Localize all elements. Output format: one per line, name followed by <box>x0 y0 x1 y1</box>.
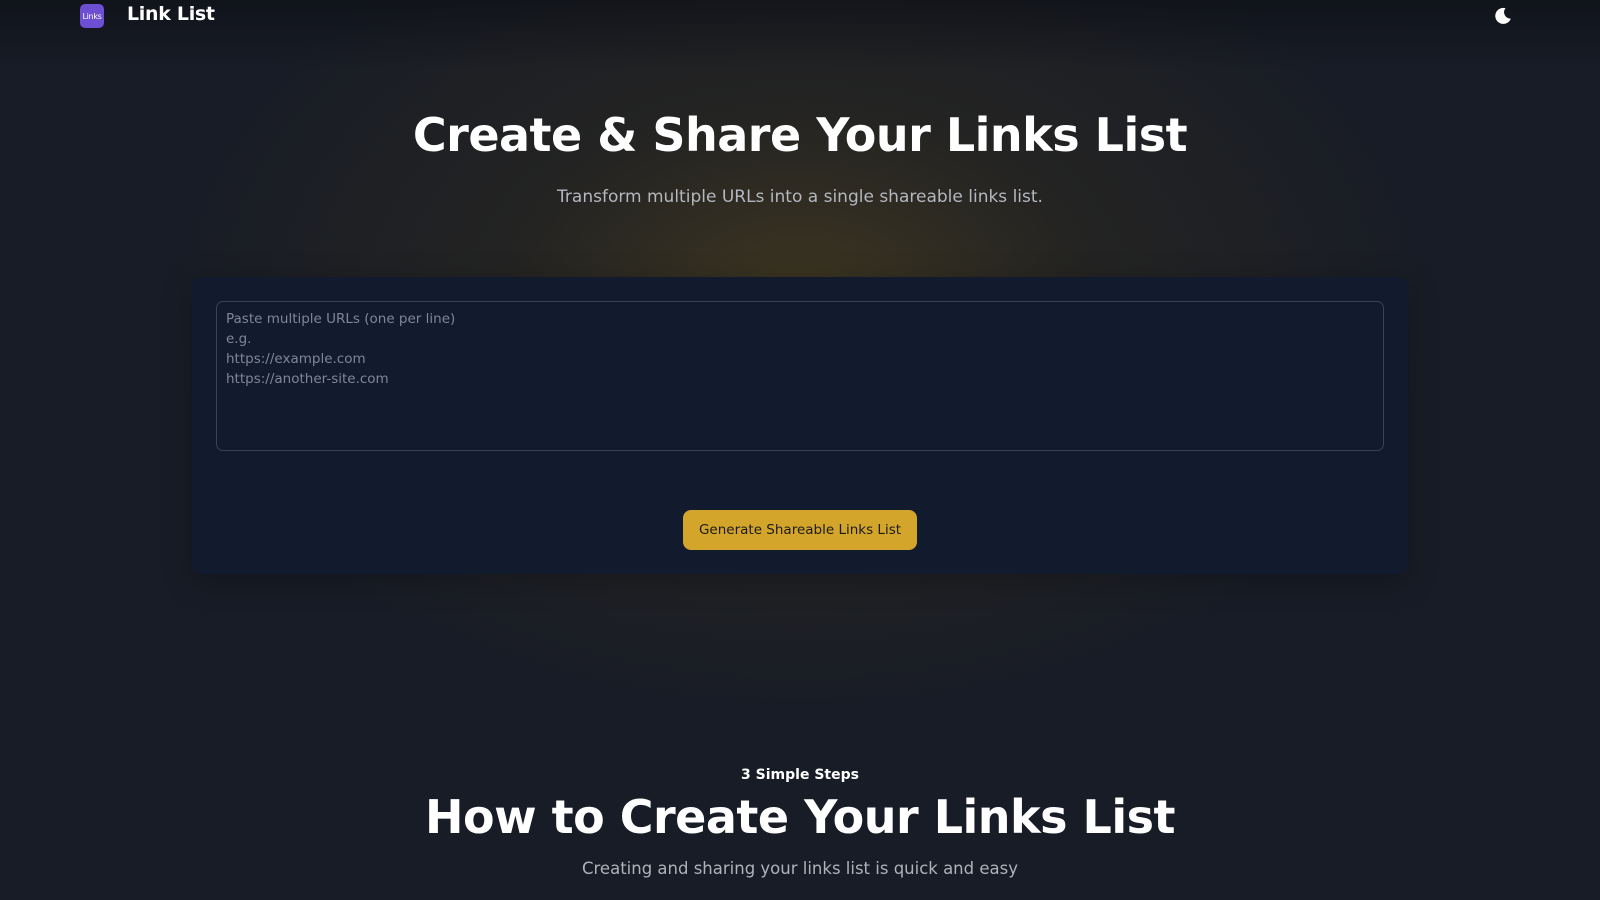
theme-toggle-button[interactable] <box>1493 6 1513 26</box>
site-header: Links Link List <box>0 0 1600 32</box>
logo-text: Links <box>82 11 102 21</box>
url-input-card: Generate Shareable Links List <box>192 277 1408 574</box>
brand-name[interactable]: Link List <box>127 3 215 25</box>
moon-icon <box>1495 7 1511 24</box>
hero-title: Create & Share Your Links List <box>412 108 1188 162</box>
generate-links-list-button[interactable]: Generate Shareable Links List <box>683 510 917 550</box>
steps-kicker: 3 Simple Steps <box>741 767 859 783</box>
hero-subtitle: Transform multiple URLs into a single sh… <box>557 187 1043 207</box>
steps-title: How to Create Your Links List <box>424 790 1176 844</box>
steps-subtitle: Creating and sharing your links list is … <box>581 859 1018 878</box>
urls-textarea[interactable] <box>216 301 1384 451</box>
logo-badge[interactable]: Links <box>80 4 104 28</box>
